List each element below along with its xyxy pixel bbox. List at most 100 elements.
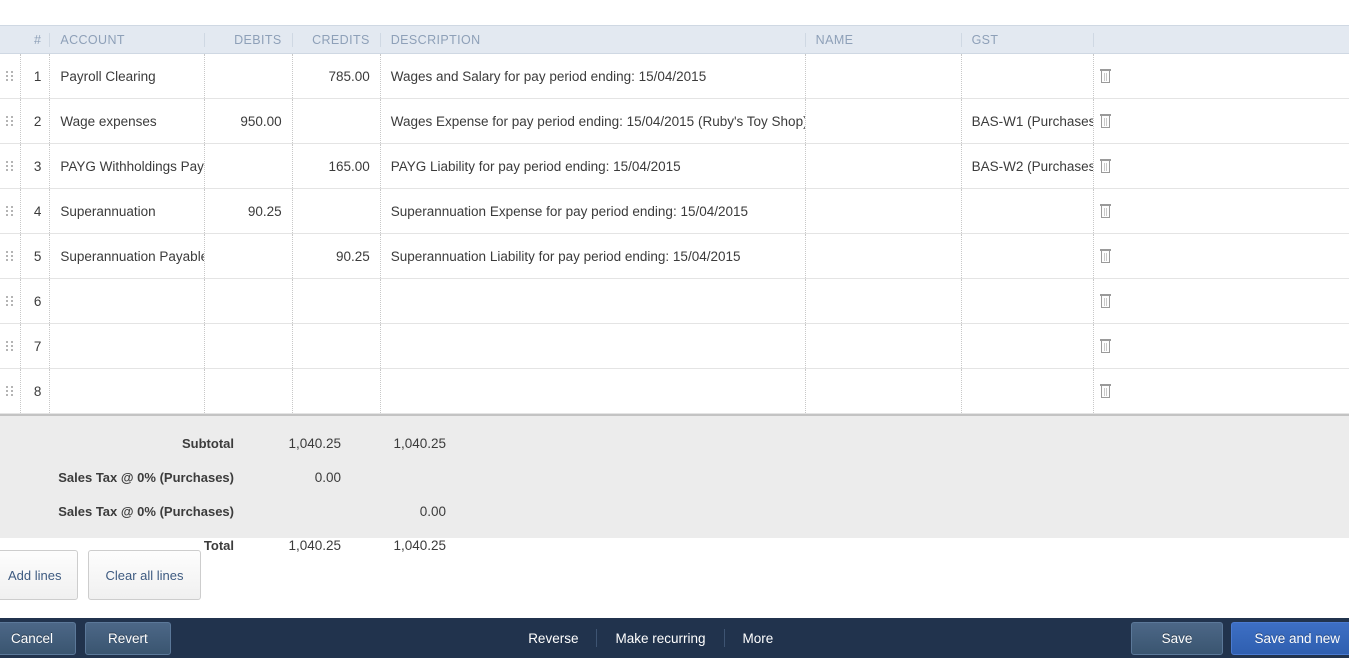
name-cell[interactable] (806, 54, 962, 98)
debits-cell[interactable]: 90.25 (205, 189, 293, 233)
header-name[interactable]: NAME (806, 32, 962, 47)
clear-all-lines-button[interactable]: Clear all lines (88, 550, 201, 600)
trash-icon[interactable] (1099, 294, 1111, 308)
drag-handle-icon[interactable] (0, 279, 21, 323)
debits-cell[interactable]: 950.00 (205, 99, 293, 143)
delete-line-button[interactable] (1094, 189, 1349, 233)
description-cell[interactable]: Wages Expense for pay period ending: 15/… (381, 99, 806, 143)
header-line-number: # (21, 32, 51, 47)
name-cell[interactable] (806, 99, 962, 143)
table-row[interactable]: 4 Superannuation 90.25 Superannuation Expen… (0, 189, 1349, 234)
debits-cell[interactable] (205, 279, 293, 323)
credits-cell[interactable]: 90.25 (293, 234, 381, 278)
header-gst[interactable]: GST (962, 32, 1094, 47)
table-row[interactable]: 6 (0, 279, 1349, 324)
save-button[interactable]: Save (1130, 621, 1224, 655)
header-description[interactable]: DESCRIPTION (381, 32, 806, 47)
name-cell[interactable] (806, 324, 962, 368)
credits-cell[interactable] (293, 369, 381, 413)
account-cell[interactable] (50, 369, 205, 413)
trash-icon[interactable] (1099, 249, 1111, 263)
gst-cell[interactable] (962, 279, 1094, 323)
credits-cell[interactable] (293, 99, 381, 143)
credits-cell[interactable]: 165.00 (293, 144, 381, 188)
gst-cell[interactable] (962, 369, 1094, 413)
gst-cell[interactable] (962, 234, 1094, 278)
table-row[interactable]: 1 Payroll Clearing 785.00 Wages and Salary … (0, 54, 1349, 99)
account-cell[interactable]: Wage expenses (50, 99, 205, 143)
description-cell[interactable]: Superannuation Liability for pay period … (381, 234, 806, 278)
name-cell[interactable] (806, 279, 962, 323)
totals-row: Sales Tax @ 0% (Purchases) 0.00 (0, 494, 1349, 528)
debits-cell[interactable] (205, 369, 293, 413)
debits-cell[interactable] (205, 54, 293, 98)
name-cell[interactable] (806, 234, 962, 278)
trash-icon[interactable] (1099, 114, 1111, 128)
account-cell[interactable]: PAYG Withholdings Payable (50, 144, 205, 188)
delete-line-button[interactable] (1094, 99, 1349, 143)
credits-cell[interactable] (293, 324, 381, 368)
more-action[interactable]: More (725, 631, 792, 646)
delete-line-button[interactable] (1094, 279, 1349, 323)
trash-icon[interactable] (1099, 204, 1111, 218)
drag-handle-icon[interactable] (0, 99, 21, 143)
credits-cell[interactable] (293, 279, 381, 323)
cancel-button[interactable]: Cancel (0, 621, 77, 655)
delete-line-button[interactable] (1094, 324, 1349, 368)
trash-icon[interactable] (1099, 339, 1111, 353)
debits-cell[interactable] (205, 324, 293, 368)
header-account[interactable]: ACCOUNT (50, 32, 205, 47)
drag-handle-icon[interactable] (0, 369, 21, 413)
gst-cell[interactable] (962, 324, 1094, 368)
description-cell[interactable]: PAYG Liability for pay period ending: 15… (381, 144, 806, 188)
trash-icon[interactable] (1099, 384, 1111, 398)
account-cell[interactable]: Payroll Clearing (50, 54, 205, 98)
make-recurring-action[interactable]: Make recurring (597, 631, 723, 646)
account-cell[interactable] (50, 324, 205, 368)
debits-cell[interactable] (205, 144, 293, 188)
trash-icon[interactable] (1099, 69, 1111, 83)
debits-cell[interactable] (205, 234, 293, 278)
delete-line-button[interactable] (1094, 144, 1349, 188)
table-row[interactable]: 7 (0, 324, 1349, 369)
table-row[interactable]: 8 (0, 369, 1349, 414)
name-cell[interactable] (806, 189, 962, 233)
credits-cell[interactable] (293, 189, 381, 233)
line-number: 8 (21, 369, 51, 413)
gst-cell[interactable] (962, 54, 1094, 98)
description-cell[interactable] (381, 369, 806, 413)
gst-cell[interactable]: BAS-W2 (Purchases) (962, 144, 1094, 188)
totals-debit-value: 0.00 (314, 469, 341, 485)
account-cell[interactable] (50, 279, 205, 323)
table-row[interactable]: 2 Wage expenses 950.00 Wages Expense for pa… (0, 99, 1349, 144)
drag-handle-icon[interactable] (0, 324, 21, 368)
name-cell[interactable] (806, 144, 962, 188)
reverse-action[interactable]: Reverse (510, 631, 596, 646)
delete-line-button[interactable] (1094, 369, 1349, 413)
description-cell[interactable]: Superannuation Expense for pay period en… (381, 189, 806, 233)
account-cell[interactable]: Superannuation Payable (50, 234, 205, 278)
revert-button[interactable]: Revert (85, 621, 171, 655)
table-row[interactable]: 3PAYG Withholdings Payable 165.00PAYG Lia… (0, 144, 1349, 189)
trash-icon[interactable] (1099, 159, 1111, 173)
drag-handle-icon[interactable] (0, 189, 21, 233)
credits-cell[interactable]: 785.00 (293, 54, 381, 98)
description-cell[interactable] (381, 324, 806, 368)
description-cell[interactable] (381, 279, 806, 323)
delete-line-button[interactable] (1094, 234, 1349, 278)
description-cell[interactable]: Wages and Salary for pay period ending: … (381, 54, 806, 98)
gst-cell[interactable] (962, 189, 1094, 233)
name-cell[interactable] (806, 369, 962, 413)
save-and-new-button[interactable]: Save and new (1231, 621, 1349, 655)
table-row[interactable]: 5 Superannuation Payable 90.25 Superannuati… (0, 234, 1349, 279)
account-cell[interactable]: Superannuation (50, 189, 205, 233)
table-body: 1 Payroll Clearing 785.00 Wages and Salary … (0, 54, 1349, 414)
add-lines-button[interactable]: Add lines (0, 550, 79, 600)
gst-cell[interactable]: BAS-W1 (Purchases) (962, 99, 1094, 143)
header-credits[interactable]: CREDITS (293, 32, 381, 47)
drag-handle-icon[interactable] (0, 234, 21, 278)
delete-line-button[interactable] (1094, 54, 1349, 98)
header-debits[interactable]: DEBITS (205, 32, 293, 47)
drag-handle-icon[interactable] (0, 54, 21, 98)
drag-handle-icon[interactable] (0, 144, 21, 188)
